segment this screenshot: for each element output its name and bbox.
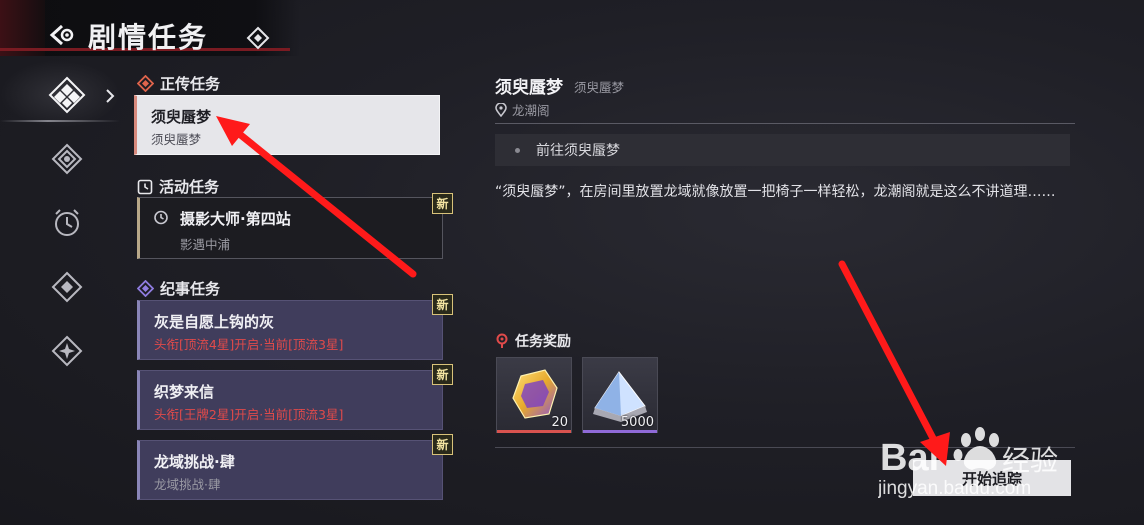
section-chronicle-label: 纪事任务 — [160, 280, 221, 298]
objective-text: 前往须臾蜃梦 — [536, 143, 620, 159]
section-event-label: 活动任务 — [159, 178, 220, 196]
rarity-bar — [497, 430, 571, 433]
timer-icon — [154, 210, 168, 225]
section-main-label: 正传任务 — [160, 75, 221, 93]
nav-item-other[interactable] — [46, 330, 88, 372]
quest-name: 灰是自愿上钩的灰 — [154, 313, 275, 331]
quest-name: 须臾蜃梦 — [151, 108, 212, 126]
nav-chevron-right-icon — [104, 88, 116, 104]
back-arrow-icon — [49, 24, 74, 46]
quest-description: “须臾蜃梦”，在房间里放置龙域就像放置一把椅子一样轻松，龙潮阁就是这么不讲道理…… — [495, 184, 1056, 200]
new-badge: 新 — [432, 294, 453, 315]
detail-subtitle: 须臾蜃梦 — [574, 80, 625, 95]
nav-active-line — [0, 120, 120, 122]
start-tracking-button[interactable]: 开始追踪 — [913, 460, 1071, 496]
arrow-to-start-button-icon — [838, 260, 950, 466]
detail-location: 龙潮阁 — [495, 100, 550, 119]
quest-card-event-1[interactable]: 摄影大师·第四站 影遇中浦 — [137, 197, 443, 259]
reward-quantity: 5000 — [620, 415, 654, 430]
quest-unlock-requirement: 头衔[王牌2星]开启·当前[顶流3星] — [154, 407, 344, 422]
section-main-story: 正传任务 — [137, 73, 220, 94]
detail-divider — [495, 123, 1075, 124]
objective-bullet — [515, 147, 520, 153]
reward-label: 任务奖励 — [515, 334, 571, 350]
location-pin-icon — [495, 102, 507, 117]
chronicle-icon — [51, 271, 83, 303]
main-story-section-icon — [137, 75, 154, 92]
reward-header: 任务奖励 — [495, 331, 571, 351]
page-title: 剧情任务 — [88, 21, 209, 54]
detail-title: 须臾蜃梦 — [495, 78, 563, 98]
quest-card-chronicle-2[interactable]: 织梦来信 头衔[王牌2星]开启·当前[顶流3星] — [137, 370, 443, 430]
quest-card-main-1[interactable]: 须臾蜃梦 须臾蜃梦 — [134, 95, 440, 155]
reward-item-1[interactable]: 20 — [496, 357, 572, 433]
quest-subtitle: 影遇中浦 — [180, 237, 231, 252]
star-diamond-icon — [51, 335, 83, 367]
main-story-diamond-icon — [48, 76, 86, 114]
quest-card-chronicle-3[interactable]: 龙域挑战·肆 龙域挑战·肆 — [137, 440, 443, 500]
reward-pin-icon — [496, 333, 508, 348]
new-badge: 新 — [432, 434, 453, 455]
nav-item-main-story[interactable] — [46, 74, 88, 116]
location-text: 龙潮阁 — [512, 103, 550, 118]
filter-diamond-button[interactable] — [246, 26, 270, 50]
new-badge: 新 — [432, 364, 453, 385]
quest-card-chronicle-1[interactable]: 灰是自愿上钩的灰 头衔[顶流4星]开启·当前[顶流3星] — [137, 300, 443, 360]
nav-item-event[interactable] — [46, 202, 88, 244]
quest-unlock-requirement: 头衔[顶流4星]开启·当前[顶流3星] — [154, 337, 344, 352]
new-badge: 新 — [432, 193, 453, 214]
nav-item-chronicle[interactable] — [46, 266, 88, 308]
section-chronicle: 纪事任务 — [137, 278, 220, 299]
quest-subtitle: 龙域挑战·肆 — [154, 477, 221, 492]
quest-subtitle: 须臾蜃梦 — [151, 132, 202, 147]
quest-name: 摄影大师·第四站 — [180, 210, 291, 228]
side-story-icon — [51, 143, 83, 175]
nav-item-side-story[interactable] — [46, 138, 88, 180]
bottom-divider — [495, 447, 1075, 448]
section-event: 活动任务 — [137, 176, 219, 197]
event-section-clock-icon — [137, 179, 153, 194]
reward-item-2[interactable]: 5000 — [582, 357, 658, 433]
back-button[interactable] — [48, 20, 78, 50]
clock-icon — [55, 209, 79, 236]
reward-quantity: 20 — [551, 415, 568, 430]
quest-name: 龙域挑战·肆 — [154, 453, 235, 471]
chronicle-section-icon — [137, 280, 154, 297]
rarity-bar — [583, 430, 657, 433]
quest-name: 织梦来信 — [154, 383, 215, 401]
diamond-icon — [246, 26, 270, 50]
objective-row: 前往须臾蜃梦 — [495, 134, 1070, 166]
